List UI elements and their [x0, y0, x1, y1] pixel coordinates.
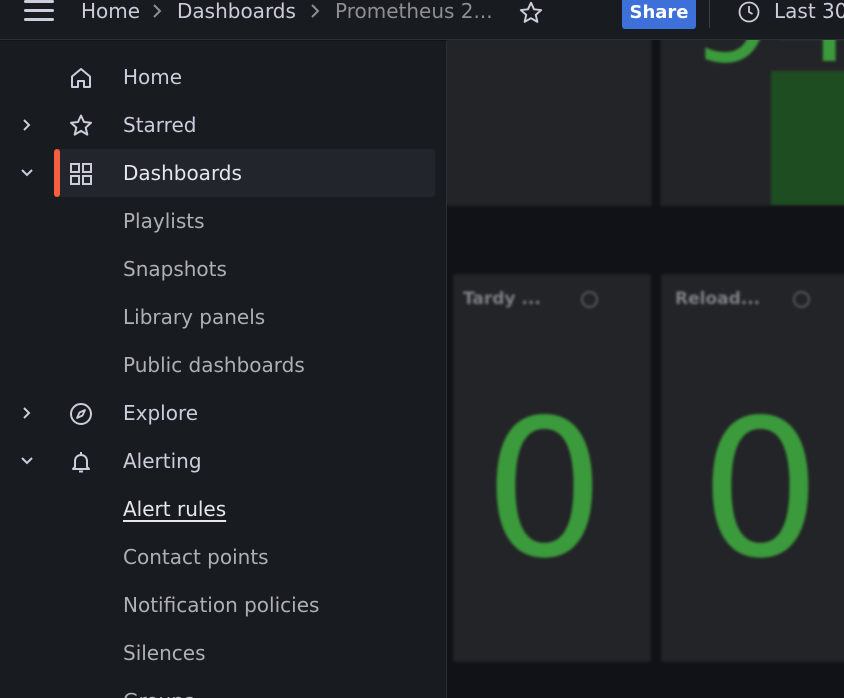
sidebar-item-label: Starred: [123, 113, 197, 137]
breadcrumb-current: Prometheus 2...: [335, 0, 493, 23]
sidebar-item-label: Contact points: [123, 545, 269, 569]
panel-title: Reload...: [675, 289, 761, 309]
dashboard-area: 94 Tardy ... 0 Reload... 0: [447, 40, 844, 698]
chevron-down-icon[interactable]: [18, 164, 36, 182]
chevron-right-icon[interactable]: [18, 116, 36, 134]
sidebar-item-silences[interactable]: Silences: [0, 629, 446, 677]
stat-panel-tardy[interactable]: Tardy ... 0: [453, 274, 651, 662]
sidebar-item-alert-rules[interactable]: Alert rules: [0, 485, 446, 533]
apps-icon: [70, 163, 92, 185]
sidebar-item-label: Snapshots: [123, 257, 227, 281]
sidebar-item-label: Library panels: [123, 305, 266, 329]
stat-panel-top-left[interactable]: [447, 40, 652, 206]
star-icon: [70, 114, 92, 136]
chevron-right-icon[interactable]: [18, 404, 36, 422]
sidebar-item-notification-policies[interactable]: Notification policies: [0, 581, 446, 629]
info-icon[interactable]: [793, 291, 810, 308]
sidebar-item-label: Alerting: [123, 449, 202, 473]
bell-icon: [72, 452, 90, 473]
sidebar-item-contact-points[interactable]: Contact points: [0, 533, 446, 581]
breadcrumb-dashboards[interactable]: Dashboards: [177, 0, 296, 25]
sidebar-item-public-dashboards[interactable]: Public dashboards: [0, 341, 446, 389]
compass-icon: [70, 403, 92, 425]
menu-icon[interactable]: [24, 0, 54, 22]
sidebar-item-label: Explore: [123, 401, 199, 425]
stat-value: 94: [691, 40, 844, 81]
star-icon[interactable]: [518, 0, 544, 26]
panel-title: Tardy ...: [463, 289, 541, 309]
sidebar-item-home[interactable]: Home: [0, 53, 446, 101]
sidebar-item-snapshots[interactable]: Snapshots: [0, 245, 446, 293]
sidebar-item-library-panels[interactable]: Library panels: [0, 293, 446, 341]
sidebar-item-label: Dashboards: [123, 161, 242, 185]
chevron-right-icon: [311, 4, 320, 18]
chevron-down-icon[interactable]: [18, 452, 36, 470]
sidebar-item-label: Alert rules: [123, 497, 227, 521]
sidebar-item-label: Notification policies: [123, 593, 320, 617]
sidebar-item-alerting[interactable]: Alerting: [0, 437, 446, 485]
sidebar-item-label: Home: [123, 65, 183, 89]
stat-value: 0: [484, 379, 605, 600]
sidebar-item-groups[interactable]: Groups: [0, 677, 446, 698]
sidebar-item-explore[interactable]: Explore: [0, 389, 446, 437]
stat-panel-top-right[interactable]: 94: [660, 40, 844, 206]
top-nav-bar: Home Dashboards Prometheus 2... Share La…: [0, 0, 844, 40]
sidebar-item-label: Groups: [123, 677, 194, 698]
sidebar-item-label: Silences: [123, 641, 206, 665]
sidebar-item-label: Playlists: [123, 209, 205, 233]
divider: [709, 0, 710, 28]
sidebar-item-starred[interactable]: Starred: [0, 101, 446, 149]
sidebar-item-label: Public dashboards: [123, 353, 305, 377]
home-icon: [71, 68, 91, 88]
share-button[interactable]: Share: [622, 0, 696, 29]
sidebar-item-dashboards[interactable]: Dashboards: [0, 149, 446, 197]
time-range-picker[interactable]: Last 30: [774, 0, 844, 25]
sidebar-item-playlists[interactable]: Playlists: [0, 197, 446, 245]
clock-icon[interactable]: [737, 0, 761, 24]
mega-menu: Home Starred Dashboards Playlists Snapsh…: [0, 41, 447, 698]
stat-value: 0: [700, 379, 821, 600]
breadcrumb-home[interactable]: Home: [81, 0, 140, 25]
stat-panel-reload[interactable]: Reload... 0: [661, 274, 844, 662]
info-icon[interactable]: [581, 291, 598, 308]
chevron-right-icon: [153, 4, 162, 18]
